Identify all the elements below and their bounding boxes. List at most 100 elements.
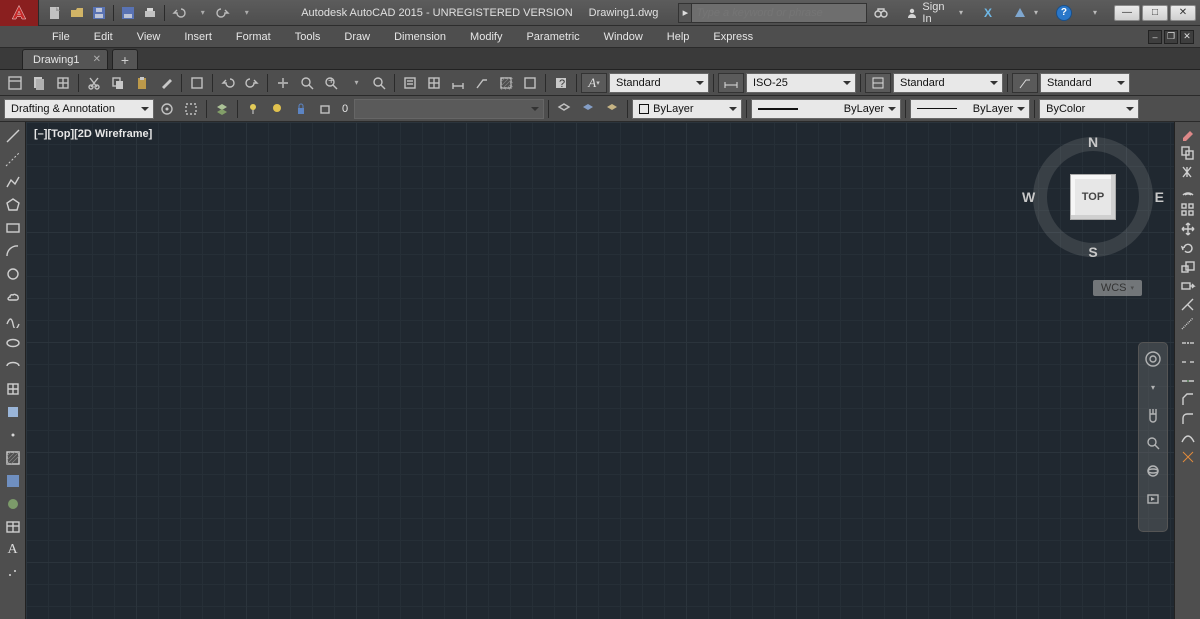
menu-help[interactable]: Help — [655, 26, 702, 48]
application-menu-button[interactable] — [0, 0, 39, 26]
revcloud-tool-icon[interactable] — [3, 287, 23, 307]
qat-open-icon[interactable] — [67, 3, 87, 23]
file-tab-drawing1[interactable]: Drawing1 ✕ — [22, 49, 108, 69]
line-tool-icon[interactable] — [3, 126, 23, 146]
menu-modify[interactable]: Modify — [458, 26, 514, 48]
mtext-icon[interactable] — [399, 72, 421, 94]
qat-plot-icon[interactable] — [140, 3, 160, 23]
layer-properties-icon[interactable] — [211, 98, 233, 120]
sign-in-button[interactable]: Sign In — [899, 3, 970, 23]
redo2-icon[interactable] — [241, 72, 263, 94]
new-tab-button[interactable]: + — [112, 49, 138, 69]
menu-format[interactable]: Format — [224, 26, 283, 48]
paste-icon[interactable] — [131, 72, 153, 94]
mleader-icon[interactable] — [471, 72, 493, 94]
compass-n[interactable]: N — [1088, 134, 1098, 150]
blend-tool-icon[interactable] — [1180, 430, 1196, 446]
qat-saveas-icon[interactable] — [118, 3, 138, 23]
layer-state-dropdown[interactable] — [354, 99, 544, 119]
mdi-close-button[interactable]: ✕ — [1180, 30, 1194, 44]
viewport-label[interactable]: [–][Top][2D Wireframe] — [34, 128, 152, 140]
table-icon[interactable] — [423, 72, 445, 94]
break-at-point-icon[interactable] — [1180, 335, 1196, 351]
rotate-tool-icon[interactable] — [1180, 240, 1196, 256]
viewcube-compass-ring[interactable] — [1033, 137, 1153, 257]
layer-on-icon[interactable] — [242, 98, 264, 120]
textstyle-dropdown[interactable]: Standard — [609, 73, 709, 93]
mtext-tool-icon[interactable]: A — [3, 540, 23, 560]
undo2-icon[interactable] — [217, 72, 239, 94]
hatch-tool-icon[interactable] — [3, 448, 23, 468]
point-tool-icon[interactable] — [3, 425, 23, 445]
mdi-minimize-button[interactable]: – — [1148, 30, 1162, 44]
matchprop-icon[interactable] — [155, 72, 177, 94]
region-tool-icon[interactable] — [3, 494, 23, 514]
zoom-window-icon[interactable]: + — [320, 72, 342, 94]
array-tool-icon[interactable] — [1180, 202, 1196, 218]
mdi-restore-button[interactable]: ❐ — [1164, 30, 1178, 44]
fillet-tool-icon[interactable] — [1180, 411, 1196, 427]
menu-file[interactable]: File — [40, 26, 82, 48]
construction-line-icon[interactable] — [3, 149, 23, 169]
move-tool-icon[interactable] — [1180, 221, 1196, 237]
workspace-settings-icon[interactable] — [156, 98, 178, 120]
break-tool-icon[interactable] — [1180, 354, 1196, 370]
cut-icon[interactable] — [83, 72, 105, 94]
gradient-tool-icon[interactable] — [3, 471, 23, 491]
close-tab-icon[interactable]: ✕ — [93, 54, 101, 65]
full-nav-wheel-icon[interactable] — [1143, 349, 1163, 369]
compass-e[interactable]: E — [1155, 189, 1164, 205]
region-icon[interactable] — [519, 72, 541, 94]
dimstyle-dropdown[interactable]: ISO-25 — [746, 73, 856, 93]
sheetset-icon[interactable] — [28, 72, 50, 94]
menu-view[interactable]: View — [125, 26, 173, 48]
copy-icon[interactable] — [107, 72, 129, 94]
layer-iso-icon[interactable] — [553, 98, 575, 120]
textstyle-button[interactable]: A▾ — [581, 73, 607, 93]
zoom-nav-icon[interactable] — [1143, 433, 1163, 453]
menu-dimension[interactable]: Dimension — [382, 26, 458, 48]
zoom-previous-icon[interactable] — [368, 72, 390, 94]
scale-tool-icon[interactable] — [1180, 259, 1196, 275]
menu-edit[interactable]: Edit — [82, 26, 125, 48]
menu-insert[interactable]: Insert — [172, 26, 224, 48]
plotstyle-dropdown[interactable]: ByColor — [1039, 99, 1139, 119]
workspace-dropdown[interactable]: Drafting & Annotation — [4, 99, 154, 119]
orbit-nav-icon[interactable] — [1143, 461, 1163, 481]
help-dropdown[interactable] — [1083, 3, 1104, 23]
ellipse-arc-tool-icon[interactable] — [3, 356, 23, 376]
compass-s[interactable]: S — [1088, 244, 1097, 260]
search-go-button[interactable] — [867, 3, 895, 23]
insert-block-icon[interactable] — [3, 379, 23, 399]
nav-dropdown-icon[interactable]: ▾ — [1143, 377, 1163, 397]
chamfer-tool-icon[interactable] — [1180, 392, 1196, 408]
add-selected-icon[interactable] — [3, 563, 23, 583]
menu-parametric[interactable]: Parametric — [514, 26, 591, 48]
tablestyle-dropdown[interactable]: Standard — [893, 73, 1003, 93]
qat-undo-dropdown[interactable] — [191, 3, 211, 23]
drawing-canvas[interactable]: [–][Top][2D Wireframe] N S E W TOP WCS ▾ — [26, 122, 1174, 619]
hatch-icon[interactable] — [495, 72, 517, 94]
wcs-dropdown[interactable]: WCS — [1093, 280, 1142, 296]
menu-window[interactable]: Window — [592, 26, 655, 48]
compass-w[interactable]: W — [1022, 189, 1035, 205]
circle-tool-icon[interactable] — [3, 264, 23, 284]
rectangle-tool-icon[interactable] — [3, 218, 23, 238]
tablestyle-button[interactable] — [865, 73, 891, 93]
qat-undo-button[interactable] — [169, 3, 189, 23]
viewcube[interactable]: N S E W TOP — [1028, 132, 1158, 262]
mleaderstyle-dropdown[interactable]: Standard — [1040, 73, 1130, 93]
make-block-icon[interactable] — [3, 402, 23, 422]
extend-tool-icon[interactable] — [1180, 316, 1196, 332]
showmotion-nav-icon[interactable] — [1143, 489, 1163, 509]
stretch-tool-icon[interactable] — [1180, 278, 1196, 294]
mleaderstyle-button[interactable] — [1012, 73, 1038, 93]
search-expand-icon[interactable]: ▸ — [678, 3, 692, 23]
layer-prev-icon[interactable] — [577, 98, 599, 120]
offset-tool-icon[interactable] — [1180, 183, 1196, 199]
properties-icon[interactable] — [4, 72, 26, 94]
layer-freeze-icon[interactable] — [266, 98, 288, 120]
layer-match-icon[interactable] — [601, 98, 623, 120]
copy-tool-icon[interactable] — [1180, 145, 1196, 161]
qat-new-icon[interactable] — [45, 3, 65, 23]
